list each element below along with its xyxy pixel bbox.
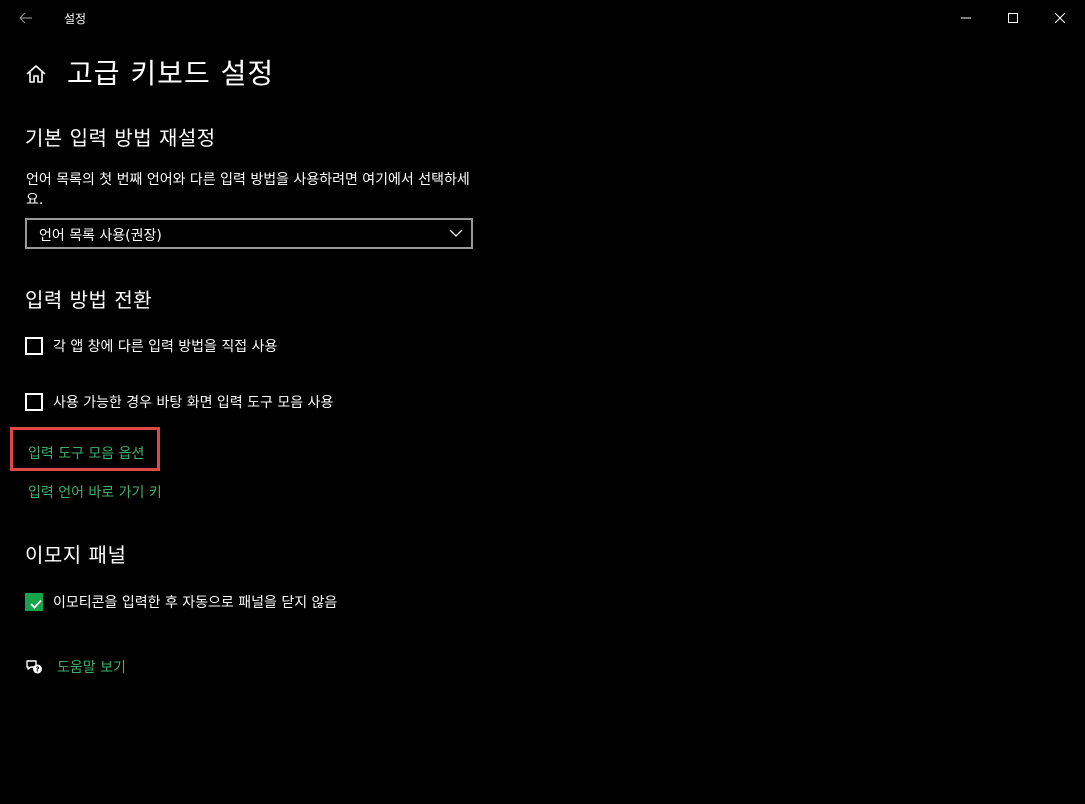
close-icon [1055, 13, 1065, 23]
section-title-emoji: 이모지 패널 [25, 543, 127, 567]
default-input-dropdown[interactable]: 언어 목록 사용(권장) [25, 218, 473, 249]
get-help-link[interactable]: ? 도움말 보기 [25, 657, 126, 677]
back-button[interactable] [10, 4, 42, 32]
maximize-button[interactable] [993, 4, 1033, 32]
emoji-keep-open-checkbox[interactable] [25, 593, 43, 611]
checkmark-icon [30, 599, 42, 609]
emoji-keep-open-option[interactable]: 이모티콘을 입력한 후 자동으로 패널을 닫지 않음 [25, 591, 337, 613]
input-language-hotkeys-link[interactable]: 입력 언어 바로 가기 키 [28, 482, 162, 502]
home-icon[interactable] [24, 62, 48, 86]
desktop-langbar-checkbox[interactable] [25, 393, 43, 411]
emoji-keep-open-label: 이모티콘을 입력한 후 자동으로 패널을 닫지 않음 [53, 595, 338, 611]
desktop-langbar-label: 사용 가능한 경우 바탕 화면 입력 도구 모음 사용 [53, 395, 334, 411]
page-title: 고급 키보드 설정 [67, 57, 275, 90]
chevron-down-icon [449, 229, 463, 237]
get-help-label: 도움말 보기 [57, 660, 126, 676]
default-input-description: 언어 목록의 첫 번째 언어와 다른 입력 방법을 사용하려면 여기에서 선택하… [26, 172, 470, 208]
maximize-icon [1008, 13, 1018, 23]
title-bar: 설정 [0, 0, 1085, 36]
dropdown-selected-value: 언어 목록 사용(권장) [39, 228, 162, 244]
minimize-icon [961, 17, 971, 19]
app-title: 설정 [64, 12, 87, 26]
per-app-input-label: 각 앱 창에 다른 입력 방법을 직접 사용 [53, 339, 278, 355]
svg-text:?: ? [35, 666, 39, 674]
desktop-langbar-option[interactable]: 사용 가능한 경우 바탕 화면 입력 도구 모음 사용 [25, 391, 333, 413]
help-chat-icon: ? [26, 660, 42, 674]
back-arrow-icon [19, 12, 32, 24]
close-button[interactable] [1040, 4, 1080, 32]
section-title-default-input: 기본 입력 방법 재설정 [25, 126, 216, 150]
per-app-input-option[interactable]: 각 앱 창에 다른 입력 방법을 직접 사용 [25, 335, 277, 357]
input-toolbar-options-link[interactable]: 입력 도구 모음 옵션 [28, 443, 144, 463]
settings-window: 설정 고급 키보드 설정 기본 입력 방법 재설정 언어 목록의 첫 번째 언어… [0, 0, 1085, 804]
minimize-button[interactable] [946, 4, 986, 32]
section-title-switching: 입력 방법 전환 [25, 288, 153, 312]
per-app-input-checkbox[interactable] [25, 337, 43, 355]
